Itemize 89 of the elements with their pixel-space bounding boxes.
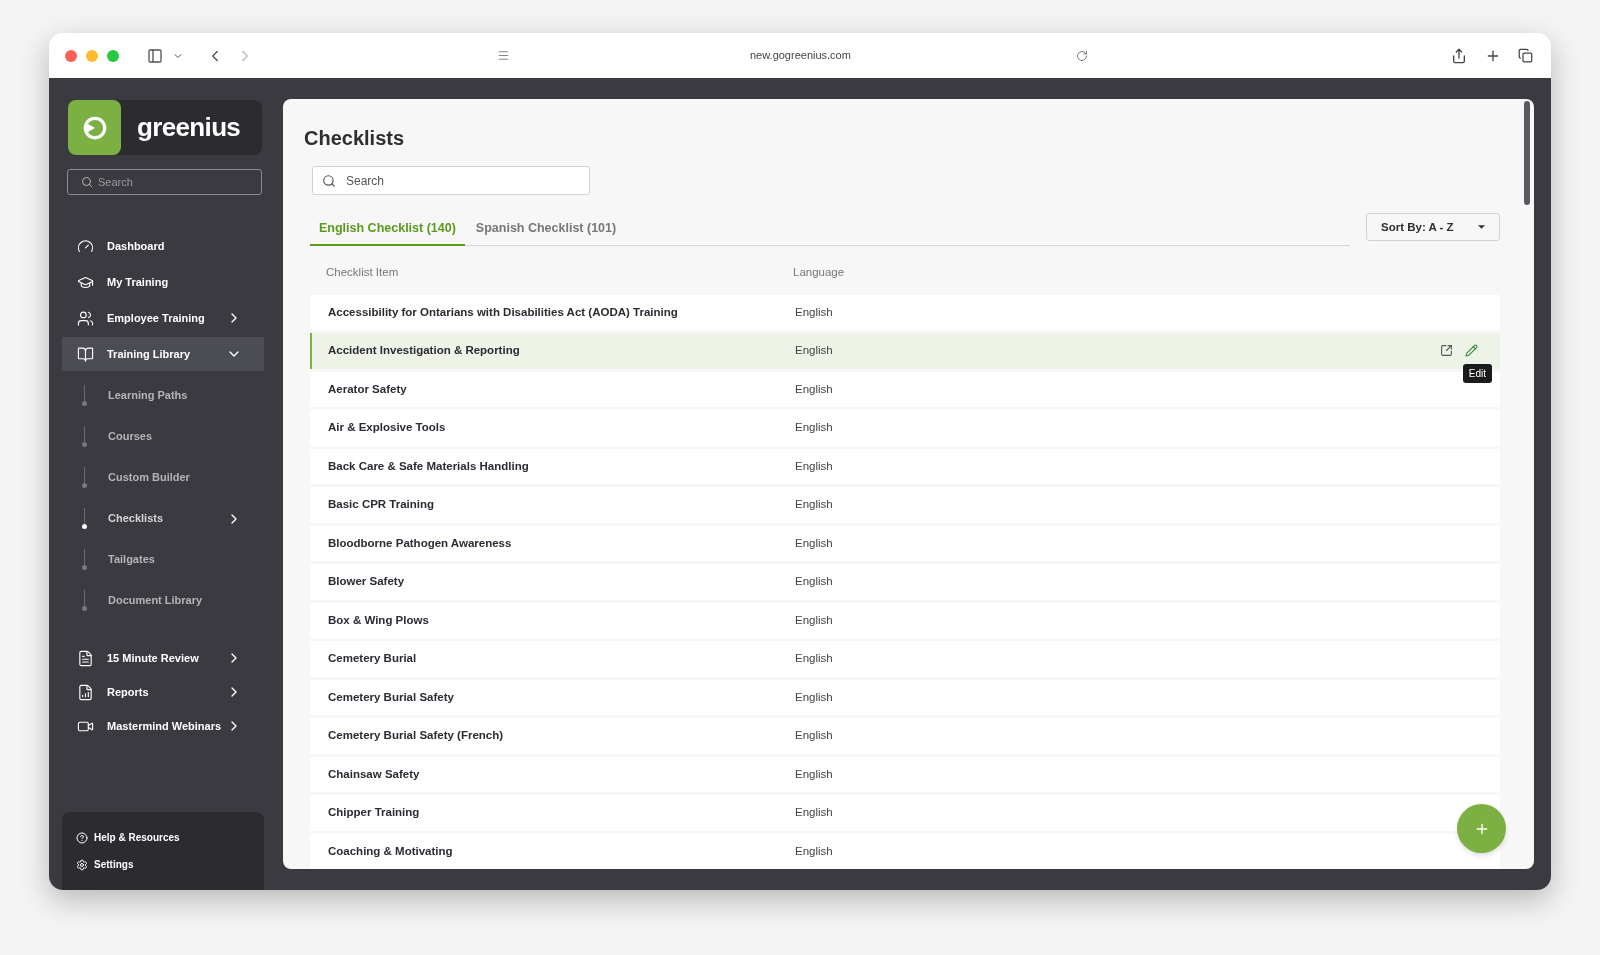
book-icon <box>77 345 94 363</box>
sort-dropdown[interactable]: Sort By: A - Z <box>1366 213 1500 242</box>
sub-nav-item[interactable]: Tailgates <box>62 539 264 580</box>
column-header: Language <box>793 265 845 281</box>
table-cell-text: Basic CPR Training <box>328 497 436 513</box>
table-cell-text: Back Care & Safe Materials Handling <box>328 458 530 474</box>
nav-item[interactable]: My Training <box>62 265 264 299</box>
table-row[interactable]: Back Care & Safe Materials Handling English <box>310 448 1500 484</box>
edit-icon[interactable] <box>1465 344 1478 358</box>
close-window-icon[interactable] <box>65 49 77 62</box>
table-row[interactable]: Blower Safety English <box>310 564 1500 600</box>
table-cell-text: Air & Explosive Tools <box>328 420 447 436</box>
reader-icon[interactable] <box>497 49 510 62</box>
column-header: Checklist Item <box>326 265 400 281</box>
nav-item[interactable]: Dashboard <box>62 229 264 263</box>
tooltip: Edit <box>1462 364 1492 384</box>
logo-icon <box>68 100 121 155</box>
sidebar-toggle-icon[interactable] <box>147 47 163 64</box>
users-icon <box>77 309 94 327</box>
table-row[interactable]: Cemetery Burial Safety English <box>310 679 1500 715</box>
table-cell-text: Blower Safety <box>328 574 406 590</box>
table-cell-text: English <box>795 381 833 397</box>
table-cell-text: Box & Wing Plows <box>328 612 430 628</box>
sub-nav-item[interactable]: Checklists <box>62 498 264 539</box>
search-icon <box>81 176 93 188</box>
table-cell-text: Accessibility for Ontarians with Disabilities Act (AODA) Training <box>328 304 679 320</box>
help-icon <box>76 831 88 844</box>
nav-item[interactable]: 15 Minute Review <box>62 641 264 675</box>
nav-item[interactable]: Employee Training <box>62 301 264 335</box>
table-row[interactable]: Basic CPR Training English <box>310 487 1500 523</box>
table-row[interactable]: Cemetery Burial English <box>310 641 1500 677</box>
nav-item[interactable]: Training Library <box>62 337 264 371</box>
table-cell-text: English <box>795 651 833 667</box>
table-cell-text: English <box>795 728 833 744</box>
table-cell-text: Cemetery Burial Safety (French) <box>328 728 505 744</box>
search-icon <box>322 174 336 188</box>
sub-nav-item[interactable]: Document Library <box>62 580 264 621</box>
table-cell-text: English <box>795 689 833 705</box>
table-cell-text: Coaching & Motivating <box>328 843 454 859</box>
url-text[interactable]: new.gogreenius.com <box>750 47 851 64</box>
table-cell-text: Chipper Training <box>328 805 421 821</box>
external-link-icon[interactable] <box>1440 344 1453 358</box>
table-cell-text: English <box>795 766 833 782</box>
footer-link[interactable]: Settings <box>76 857 250 872</box>
table-cell-text: Cemetery Burial Safety <box>328 689 455 705</box>
sub-nav-item[interactable]: Custom Builder <box>62 457 264 498</box>
sidebar-search-field[interactable]: Search <box>67 169 262 195</box>
table-cell-text: Accident Investigation & Reporting <box>328 343 521 359</box>
table-cell-text: Aerator Safety <box>328 381 408 397</box>
maximize-window-icon[interactable] <box>107 49 119 62</box>
search-field[interactable]: Search <box>312 166 590 196</box>
share-icon[interactable] <box>1451 47 1467 64</box>
reload-icon[interactable] <box>1076 49 1088 62</box>
table-row[interactable]: Chainsaw Safety English <box>310 756 1500 792</box>
footer-link[interactable]: Help & Resources <box>76 830 250 845</box>
nav-item[interactable]: Reports <box>62 675 264 709</box>
table-cell-text: English <box>795 304 833 320</box>
gauge-icon <box>77 237 94 255</box>
tab[interactable]: Spanish Checklist (101) <box>466 218 626 247</box>
table-row[interactable]: Cemetery Burial Safety (French) English <box>310 718 1500 754</box>
table-cell-text: English <box>795 535 833 551</box>
table-cell-text: English <box>795 843 833 859</box>
table-row[interactable]: Bloodborne Pathogen Awareness English <box>310 525 1500 561</box>
nav-item[interactable]: Mastermind Webinars <box>62 709 264 743</box>
table-row[interactable]: Chipper Training English <box>310 795 1500 831</box>
table-cell-text: English <box>795 343 833 359</box>
table-cell-text: Cemetery Burial <box>328 651 418 667</box>
tabs-overview-icon[interactable] <box>1518 48 1533 63</box>
table-cell-text: English <box>795 458 833 474</box>
table-row[interactable]: Air & Explosive Tools English <box>310 410 1500 446</box>
table-cell-text: English <box>795 612 833 628</box>
table-cell-text: English <box>795 574 833 590</box>
sub-nav-item[interactable]: Learning Paths <box>62 375 264 416</box>
table-cell-text: English <box>795 805 833 821</box>
logo-text: greenius <box>137 111 241 144</box>
page-title: Checklists <box>304 126 405 151</box>
table-cell-text: Bloodborne Pathogen Awareness <box>328 535 513 551</box>
chart-document-icon <box>77 683 94 701</box>
scrollbar-thumb[interactable] <box>1524 101 1530 205</box>
settings-icon <box>76 858 88 871</box>
table-cell-text: Chainsaw Safety <box>328 766 421 782</box>
table-row[interactable]: Coaching & Motivating English <box>310 833 1500 869</box>
caret-icon <box>1478 225 1485 230</box>
document-icon <box>77 649 94 667</box>
table-cell-text: English <box>795 497 833 513</box>
table-cell-text: English <box>795 420 833 436</box>
table-row[interactable]: Box & Wing Plows English <box>310 602 1500 638</box>
sub-nav-item[interactable]: Courses <box>62 416 264 457</box>
table-row[interactable]: Accessibility for Ontarians with Disabilities Act (AODA) Training English <box>310 294 1500 330</box>
